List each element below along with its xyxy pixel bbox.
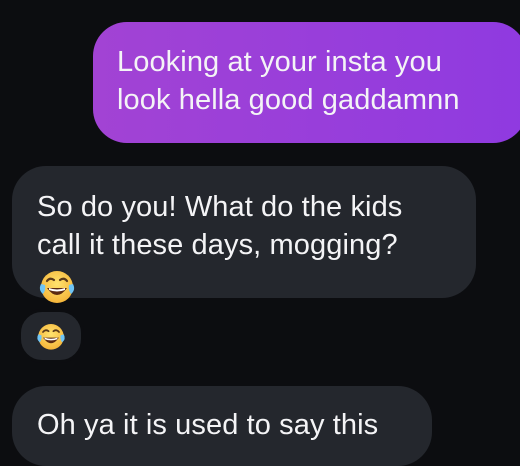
- message-text-line: So do you! What do the kids: [37, 191, 403, 223]
- laughing-emoji-icon: [37, 266, 476, 304]
- received-message-bubble[interactable]: So do you! What do the kids call it thes…: [12, 166, 476, 303]
- message-text-line: call it these days, mogging?: [37, 229, 398, 261]
- laughing-reaction-emoji-icon: [35, 320, 67, 352]
- message-thread: Looking at your insta you look hella goo…: [0, 0, 520, 466]
- received-message-bubble[interactable]: Oh ya it is used to say this: [12, 386, 432, 466]
- reaction-badge[interactable]: [18, 309, 84, 363]
- message-text-line: look hella good gaddamnn: [117, 84, 460, 116]
- sent-message-bubble[interactable]: Looking at your insta you look hella goo…: [93, 22, 520, 143]
- message-text-line: Oh ya it is used to say this: [37, 409, 379, 441]
- message-text-line: Looking at your insta you: [117, 46, 442, 78]
